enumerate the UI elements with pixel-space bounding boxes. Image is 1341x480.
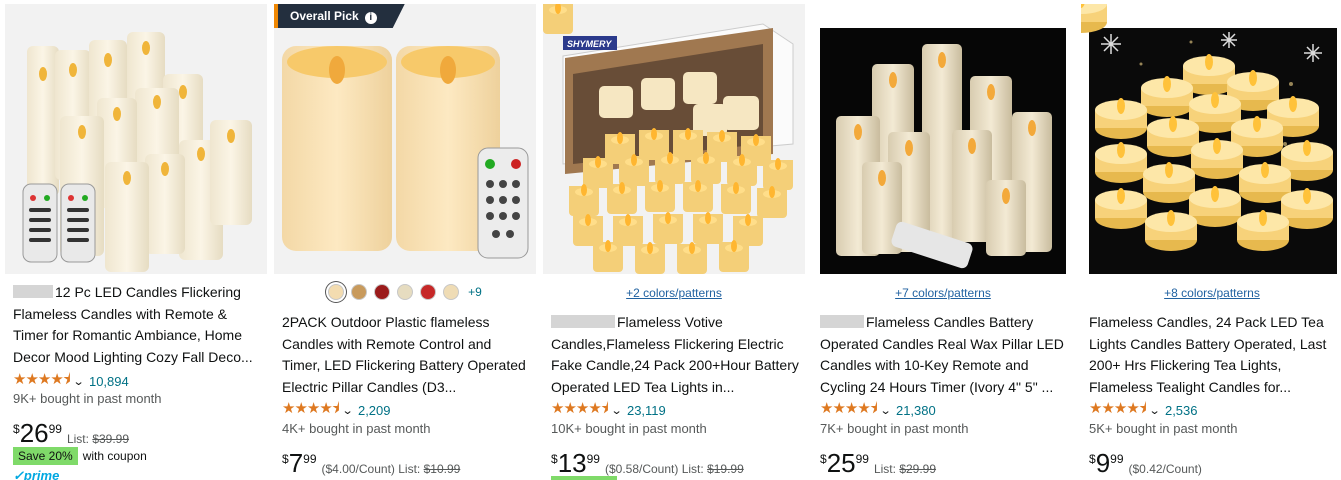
product-card: Overall Pick i +9 2PACK Outdoor Plastic f… [274,4,536,480]
rating-count-link[interactable]: 2,536 [1165,403,1198,418]
product-title[interactable]: Flameless Votive Candles,Flameless Flick… [551,312,801,398]
outdoor-candles-illustration [282,46,529,259]
variants-link[interactable]: +8 colors/patterns [1081,286,1341,300]
product-title[interactable]: 2PACK Outdoor Plastic flameless Candles … [282,312,532,398]
rating-count-link[interactable]: 2,209 [358,403,391,418]
product-title[interactable]: 12 Pc LED Candles Flickering Flameless C… [13,282,263,368]
color-swatch[interactable] [351,284,368,300]
rating[interactable]: ★★★★⯨ ⌄ 10,894 [13,371,129,390]
chevron-down-icon[interactable]: ⌄ [1148,404,1160,417]
coupon[interactable]: Save 20% with coupon [13,447,147,465]
variants-link[interactable]: +7 colors/patterns [812,286,1074,300]
bought-past-month: 7K+ bought in past month [820,421,969,436]
unit-price: ($0.58/Count) [604,462,679,476]
votive-candles-illustration: SHYMERY [543,4,794,274]
product-card: SHYMERY +2 colors/patterns Flameless Vot… [543,4,805,480]
pillar-candles-illustration [22,32,252,272]
list-label: List: [398,462,421,476]
star-rating-icon: ★★★★⯨ [551,399,609,417]
remote-icon [22,183,96,263]
list-label: List: [873,462,896,476]
variants-link[interactable]: +2 colors/patterns [543,286,805,300]
list-price: $10.99 [423,462,461,476]
chevron-down-icon[interactable]: ⌄ [610,404,622,417]
rating[interactable]: ★★★★⯨ ⌄ 21,380 [820,400,936,419]
product-image[interactable] [5,4,267,274]
color-swatch[interactable] [328,284,345,300]
price[interactable]: $ 13 99 ($0.58/Count) List: $19.99 [551,450,744,476]
list-label: List: [66,432,89,446]
redacted-brand [13,285,53,298]
redacted-brand [551,315,615,328]
color-swatch[interactable] [374,284,391,300]
color-swatch[interactable] [397,284,414,300]
coupon-badge: Save 20% [13,447,78,465]
unit-price: ($4.00/Count) [321,462,395,476]
color-swatches: +9 [274,284,536,300]
overall-pick-badge[interactable]: Overall Pick i [274,4,405,28]
color-swatch[interactable] [443,284,460,300]
rating-count-link[interactable]: 23,119 [627,403,666,418]
product-card: +7 colors/patterns Flameless Candles Bat… [812,4,1074,480]
product-card: +8 colors/patterns Flameless Candles, 24… [1081,4,1341,480]
star-rating-icon: ★★★★⯨ [282,399,340,417]
product-image[interactable]: Overall Pick i [274,4,536,274]
wax-pillar-candles-illustration [820,28,1066,274]
chevron-down-icon[interactable]: ⌄ [879,404,891,417]
product-title[interactable]: Flameless Candles, 24 Pack LED Tea Light… [1089,312,1339,398]
rating-count-link[interactable]: 10,894 [89,374,129,389]
bought-past-month: 10K+ bought in past month [551,421,707,436]
product-title[interactable]: Flameless Candles Battery Operated Candl… [820,312,1070,398]
redacted-brand [820,315,864,328]
search-results-grid: 12 Pc LED Candles Flickering Flameless C… [0,0,1341,480]
star-rating-icon: ★★★★⯨ [13,370,71,388]
info-icon[interactable]: i [365,12,377,24]
product-image[interactable]: SHYMERY [543,4,805,274]
price[interactable]: $ 25 99 List: $29.99 [820,450,936,476]
product-card: 12 Pc LED Candles Flickering Flameless C… [5,4,267,480]
list-price: $29.99 [899,462,937,476]
box-brand-label: SHYMERY [567,39,612,49]
coupon-badge[interactable] [551,476,617,480]
product-image[interactable] [812,4,1074,274]
remote-icon [477,147,529,259]
bought-past-month: 5K+ bought in past month [1089,421,1238,436]
prime-logo-icon: ✓prime [13,468,60,480]
list-price: $39.99 [92,432,130,446]
list-label: List: [681,462,704,476]
star-rating-icon: ★★★★⯨ [820,399,878,417]
rating[interactable]: ★★★★⯨ ⌄ 2,536 [1089,400,1198,419]
rating[interactable]: ★★★★⯨ ⌄ 2,209 [282,400,391,419]
tea-lights-illustration [1081,4,1337,274]
price[interactable]: $ 9 99 ($0.42/Count) [1089,450,1202,476]
rating[interactable]: ★★★★⯨ ⌄ 23,119 [551,400,666,419]
price[interactable]: $ 7 99 ($4.00/Count) List: $10.99 [282,450,460,476]
bought-past-month: 9K+ bought in past month [13,391,162,406]
product-image[interactable] [1081,4,1341,274]
coupon-text: with coupon [82,449,147,463]
unit-price: ($0.42/Count) [1128,462,1202,476]
chevron-down-icon[interactable]: ⌄ [341,404,353,417]
star-rating-icon: ★★★★⯨ [1089,399,1147,417]
list-price: $19.99 [707,462,744,476]
more-swatches-link[interactable]: +9 [468,285,482,299]
chevron-down-icon[interactable]: ⌄ [72,375,84,388]
color-swatch[interactable] [420,284,437,300]
price[interactable]: $ 26 99 List: $39.99 [13,420,129,446]
bought-past-month: 4K+ bought in past month [282,421,431,436]
rating-count-link[interactable]: 21,380 [896,403,936,418]
